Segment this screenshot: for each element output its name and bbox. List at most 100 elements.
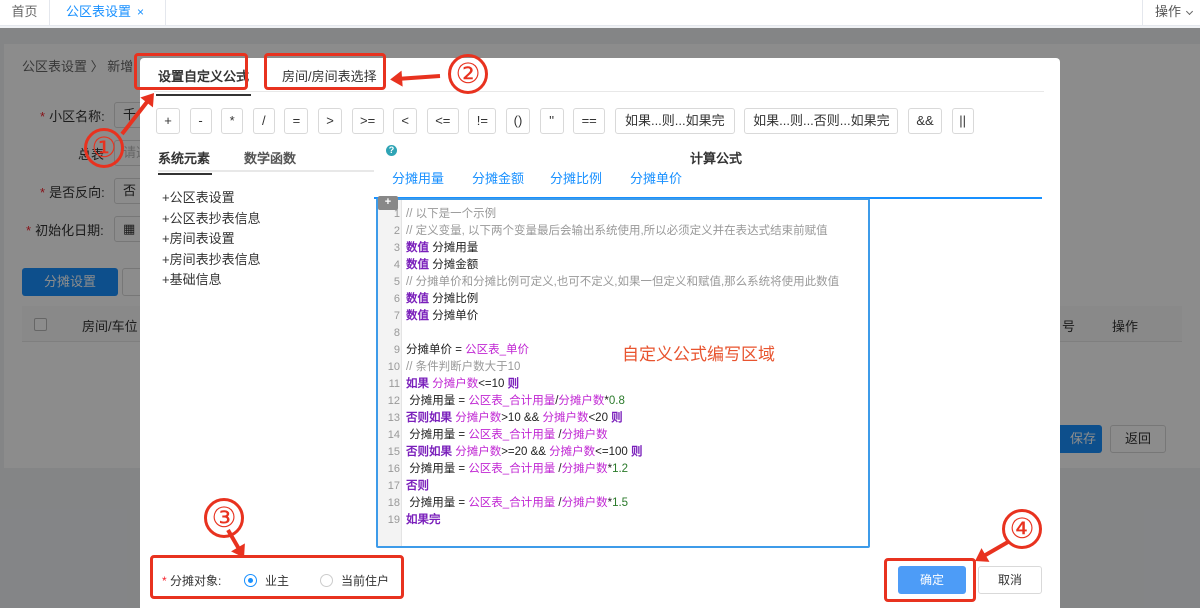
code-token: 分摊户数 [432,378,479,390]
calc-variable-tab[interactable]: 分摊比例 [550,168,602,187]
annotation-number-3: ③ [204,498,244,538]
line-number: 15 [387,446,400,458]
line-number: 6 [393,293,400,305]
code-token: 0.8 [608,395,625,407]
code-line: 17 否则 [378,478,429,495]
line-number: 19 [387,514,400,526]
code-token: 分摊用量 = [406,395,469,407]
code-token: 分摊户数 [549,446,596,458]
code-token: 1.5 [612,497,629,509]
code-token: // 条件判断户数大于10 [406,361,521,373]
tab-home[interactable]: 首页 [0,0,50,26]
calc-variable-tab[interactable]: 分摊用量 [392,168,444,187]
operator-button[interactable]: () [506,108,530,134]
calc-variable-tab[interactable]: 分摊金额 [472,168,524,187]
code-token: 分摊户数 [561,463,608,475]
operator-button[interactable]: || [951,108,974,134]
code-token: 数值 [406,293,433,305]
top-tab-bar: 首页 公区表设置 × 操作 [0,0,1200,26]
expand-icon[interactable]: + [378,196,398,210]
code-token: <20 [588,412,612,424]
code-token: 则 [611,412,623,424]
code-line: 9 分摊单价 = 公区表_单价 [378,342,529,359]
code-token: 公区表_单价 [465,344,530,356]
code-line: 6 数值 分摊比例 [378,291,478,308]
code-token: // 分摊单价和分摊比例可定义,也可不定义,如果一但定义和赋值,那么系统将使用此… [406,276,840,288]
operator-button[interactable]: < [393,108,418,134]
operator-button[interactable]: = [284,108,309,134]
code-line: 10 // 条件判断户数大于10 [378,359,521,376]
operator-button[interactable]: 如果...则...如果完 [614,108,735,134]
code-line: 5 // 分摊单价和分摊比例可定义,也可不定义,如果一但定义和赋值,那么系统将使用… [378,274,839,291]
code-line: 12 分摊用量 = 公区表_合计用量/分摊户数*0.8 [378,393,625,410]
operator-button[interactable]: && [908,108,942,134]
help-icon[interactable]: ? [386,145,397,156]
tree-item[interactable]: +房间表抄表信息 [162,250,261,271]
code-token: 公区表_合计用量 [468,463,556,475]
code-line: 3 数值 分摊用量 [378,240,478,257]
code-line: 8 [378,325,406,342]
line-number: 3 [393,242,400,254]
annotation-box-4 [884,558,976,602]
code-token: 分摊户数 [455,446,502,458]
code-token: 分摊用量 [432,242,479,254]
code-token: 分摊单价 [432,310,479,322]
code-token: 数值 [406,310,433,322]
operations-dropdown[interactable]: 操作 [1142,0,1200,26]
operator-button[interactable]: > [318,108,342,134]
tree-item[interactable]: +公区表抄表信息 [162,209,261,230]
code-token: 分摊户数 [542,412,589,424]
tab-math-functions[interactable]: 数学函数 [244,148,296,167]
operator-button[interactable]: + [156,108,180,134]
code-token: 分摊用量 = [406,497,469,509]
code-token: <=10 [478,378,508,390]
tree-item[interactable]: +基础信息 [162,270,261,291]
tab-system-elements[interactable]: 系统元素 [158,148,213,175]
annotation-number-1: ① [84,128,124,168]
cancel-button[interactable]: 取消 [978,566,1042,594]
code-line: 16 分摊用量 = 公区表_合计用量 /分摊户数*1.2 [378,461,628,478]
tree-item[interactable]: +公区表设置 [162,188,261,209]
line-number: 7 [393,310,400,322]
operator-button[interactable]: / [252,108,275,134]
operator-button[interactable]: >= [351,108,384,134]
line-number: 11 [388,378,400,390]
code-token: 分摊户数 [561,429,608,441]
operator-button[interactable]: '' [539,108,564,134]
line-number: 10 [387,361,400,373]
code-token: 分摊户数 [455,412,502,424]
close-icon[interactable]: × [137,5,144,19]
tab-public-meter-settings[interactable]: 公区表设置 × [50,0,166,26]
formula-editor[interactable]: 自定义公式编写区域 1// 以下是一个示例 2// 定义变量, 以下两个变量最后会… [376,198,870,548]
operator-button[interactable]: == [573,108,606,134]
operator-button[interactable]: - [189,108,212,134]
line-number: 18 [387,497,400,509]
line-number: 4 [393,259,400,271]
code-token: 分摊比例 [432,293,479,305]
code-token: 否则如果 [406,446,456,458]
code-token: <=100 [595,446,631,458]
code-token: 公区表_合计用量 [468,395,556,407]
tree-item[interactable]: +房间表设置 [162,229,261,250]
code-token: // 定义变量, 以下两个变量最后会输出系统使用,所以必须定义并在表达式结束前赋… [406,225,828,237]
operator-button[interactable]: 如果...则...否则...如果完 [744,108,899,134]
calc-formula-title: 计算公式 [690,151,743,166]
code-token: 公区表_合计用量 [468,497,556,509]
code-token: 则 [631,446,643,458]
operator-button[interactable]: != [468,108,497,134]
element-tree: +公区表设置 +公区表抄表信息 +房间表设置 +房间表抄表信息 +基础信息 [162,188,261,291]
formula-dialog: 设置自定义公式 房间/房间表选择 + - * / = > >= < <= !=() '' == 如果..… [140,58,1060,608]
code-token: 分摊户数 [558,395,605,407]
line-number: 13 [387,412,400,424]
line-number: 14 [387,429,400,441]
line-number: 8 [393,327,400,339]
operator-button[interactable]: * [221,108,244,134]
code-token: >=20 && [501,446,550,458]
annotation-box-3 [150,555,404,599]
operator-button[interactable]: <= [426,108,459,134]
line-number: 5 [393,276,400,288]
code-line: 11 如果 分摊户数<=10 则 [378,376,520,393]
code-token: 公区表_合计用量 [468,429,556,441]
calc-variable-tab[interactable]: 分摊单价 [630,168,682,187]
code-token: 数值 [406,242,433,254]
